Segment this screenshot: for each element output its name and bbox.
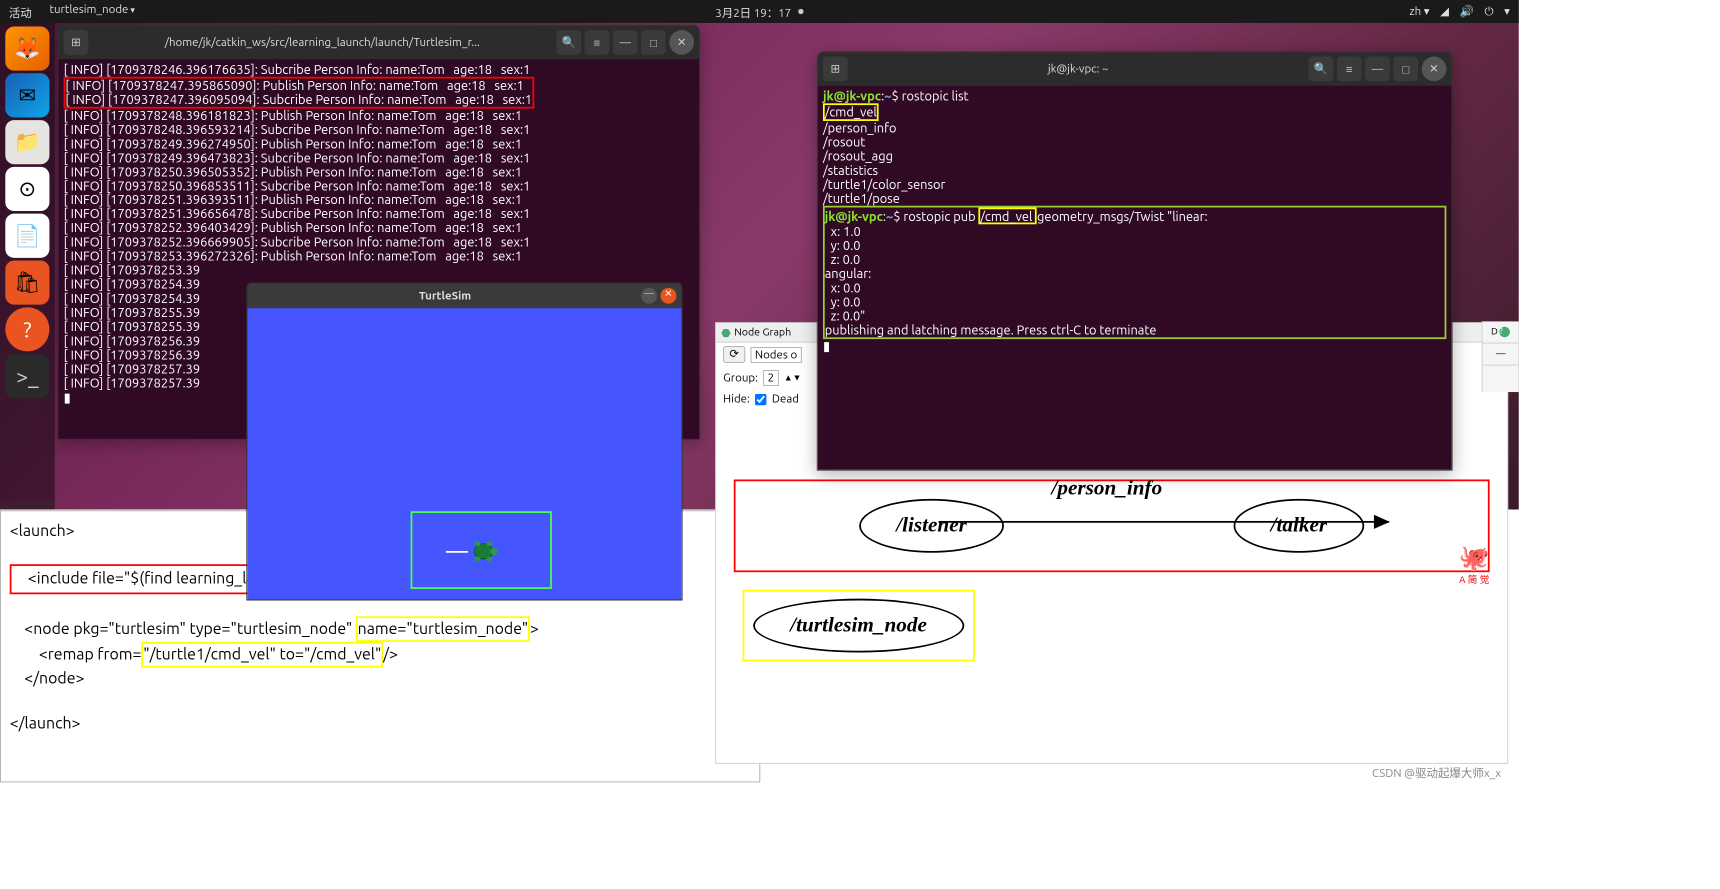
search-button[interactable]: 🔍 xyxy=(556,30,581,55)
rhythmbox-icon[interactable]: ⊙ xyxy=(5,167,49,211)
hide-dead-checkbox[interactable] xyxy=(755,393,766,404)
turtlesim-titlebar[interactable]: TurtleSim — ✕ xyxy=(247,283,681,308)
top-menu-bar: 活动 turtlesim_node 3月2日 19：17 zh ▾ ◢ 🔊 ⏻ … xyxy=(0,0,1519,23)
refresh-button[interactable]: ⟳ xyxy=(723,346,745,363)
software-icon[interactable]: 🛍 xyxy=(5,260,49,304)
close-button[interactable]: ✕ xyxy=(660,288,676,304)
edge-label: /person_info xyxy=(1052,477,1163,501)
turtlesim-window: TurtleSim — ✕ xyxy=(246,283,682,601)
hide-label: Hide: xyxy=(723,393,750,405)
minimize-button[interactable]: — xyxy=(1365,57,1390,82)
volume-icon[interactable]: 🔊 xyxy=(1460,5,1474,18)
app-menu[interactable]: turtlesim_node xyxy=(49,3,134,20)
watermark: CSDN @驱动起爆大师x_x xyxy=(1372,764,1501,781)
notification-dot xyxy=(798,9,803,14)
power-icon[interactable]: ⏻ xyxy=(1484,5,1493,18)
group-spinner[interactable]: 2 xyxy=(763,370,778,386)
terminal-icon[interactable]: >_ xyxy=(5,354,49,398)
turtlesim-canvas[interactable] xyxy=(247,308,681,600)
activities-button[interactable]: 活动 xyxy=(9,3,32,20)
editor-title: /home/jk/catkin_ws/src/learning_launch/l… xyxy=(92,36,553,48)
dead-label: Dead xyxy=(772,393,799,405)
menu-button[interactable]: ≡ xyxy=(585,30,610,55)
minimize-button[interactable]: — xyxy=(613,30,638,55)
maximize-button[interactable]: □ xyxy=(1393,57,1418,82)
d-button[interactable]: D? xyxy=(1483,321,1519,343)
terminal-2-title: jk@jk-vpc: ~ xyxy=(851,63,1305,75)
terminal-output-2[interactable]: jk@jk-vpc:~$ rostopic list /cmd_vel /per… xyxy=(818,86,1452,471)
search-button[interactable]: 🔍 xyxy=(1309,57,1334,82)
talker-node[interactable]: /talker xyxy=(1234,499,1365,553)
cmd-vel-highlight: /cmd_vel xyxy=(823,103,879,121)
graph-highlight-red: /listener /person_info /talker xyxy=(734,479,1490,572)
listener-node[interactable]: /listener xyxy=(859,499,1004,553)
group-label: Group: xyxy=(723,372,758,384)
language-indicator[interactable]: zh ▾ xyxy=(1409,5,1429,18)
rostopic-pub-highlight: jk@jk-vpc:~$ rostopic pub /cmd_vel geome… xyxy=(823,205,1446,339)
terminal-2-titlebar[interactable]: ⊞ jk@jk-vpc: ~ 🔍 ≡ — □ ✕ xyxy=(818,52,1452,86)
turtlesim-node[interactable]: /turtlesim_node xyxy=(753,599,964,653)
dock-separator xyxy=(1,501,54,510)
toolbar-button-2[interactable]: — xyxy=(1483,343,1519,365)
clock[interactable]: 3月2日 19：17 xyxy=(715,3,791,20)
thunderbird-icon[interactable]: ✉ xyxy=(5,73,49,117)
menu-button[interactable]: ≡ xyxy=(1337,57,1362,82)
turtlesim-title: TurtleSim xyxy=(253,290,638,302)
minimize-button[interactable]: — xyxy=(641,288,657,304)
maximize-button[interactable]: □ xyxy=(641,30,666,55)
help-icon[interactable]: ? xyxy=(5,307,49,351)
right-toolbar: D? — xyxy=(1482,321,1519,392)
graph-edge xyxy=(939,521,1389,523)
graph-highlight-yellow: /turtlesim_node xyxy=(743,590,975,662)
close-button[interactable]: ✕ xyxy=(1422,57,1447,82)
turtle-trail xyxy=(446,551,468,553)
system-menu-caret[interactable]: ▾ xyxy=(1504,5,1510,18)
launcher-dock: 🦊 ✉ 📁 ⊙ 📄 🛍 ? >_ xyxy=(0,23,55,510)
writer-icon[interactable]: 📄 xyxy=(5,214,49,258)
terminal-window-2: ⊞ jk@jk-vpc: ~ 🔍 ≡ — □ ✕ jk@jk-vpc:~$ ro… xyxy=(817,51,1453,470)
new-tab-button[interactable]: ⊞ xyxy=(823,57,848,82)
turtle-sprite xyxy=(468,538,499,564)
remap-highlight: "/turtle1/cmd_vel" to="/cmd_vel" xyxy=(141,642,383,668)
editor-titlebar[interactable]: ⊞ /home/jk/catkin_ws/src/learning_launch… xyxy=(58,26,699,60)
mascot-icon: 🐙 A 简 觉 xyxy=(1459,543,1490,586)
nodes-dropdown[interactable]: Nodes o xyxy=(750,347,801,363)
log-line: [ INFO] [1709378246.396176635]: Subcribe… xyxy=(64,63,694,77)
firefox-icon[interactable]: 🦊 xyxy=(5,26,49,70)
close-button[interactable]: ✕ xyxy=(669,30,694,55)
network-icon[interactable]: ◢ xyxy=(1440,5,1449,18)
files-icon[interactable]: 📁 xyxy=(5,120,49,164)
name-attr-highlight: name="turtlesim_node" xyxy=(356,616,530,642)
new-tab-button[interactable]: ⊞ xyxy=(64,30,89,55)
